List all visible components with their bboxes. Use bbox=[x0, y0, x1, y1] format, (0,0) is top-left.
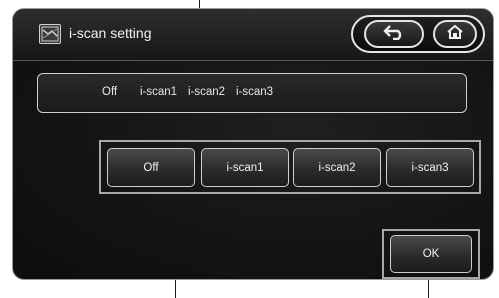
current-setting-display: Off i-scan1 i-scan2 i-scan3 bbox=[37, 73, 467, 113]
status-item-off: Off bbox=[102, 86, 118, 98]
mode-iscan2-button[interactable]: i-scan2 bbox=[293, 148, 381, 187]
status-item-iscan2: i-scan2 bbox=[188, 86, 226, 98]
mode-off-button[interactable]: Off bbox=[107, 148, 195, 187]
mode-iscan3-button[interactable]: i-scan3 bbox=[386, 148, 474, 187]
header-divider bbox=[13, 60, 493, 61]
back-button[interactable] bbox=[364, 20, 424, 48]
device-screen: i-scan setting Off i-scan1 i-scan2 i-sca… bbox=[12, 8, 494, 280]
home-button[interactable] bbox=[433, 20, 477, 48]
i-scan-settings-icon bbox=[39, 24, 61, 44]
ok-button[interactable]: OK bbox=[390, 235, 472, 273]
header-bar: i-scan setting bbox=[13, 9, 493, 61]
status-item-iscan3: i-scan3 bbox=[236, 86, 274, 98]
home-icon bbox=[446, 24, 464, 45]
back-arrow-icon bbox=[381, 24, 407, 45]
status-item-iscan1: i-scan1 bbox=[140, 86, 178, 98]
mode-iscan1-button[interactable]: i-scan1 bbox=[201, 148, 289, 187]
page-title: i-scan setting bbox=[69, 25, 152, 41]
